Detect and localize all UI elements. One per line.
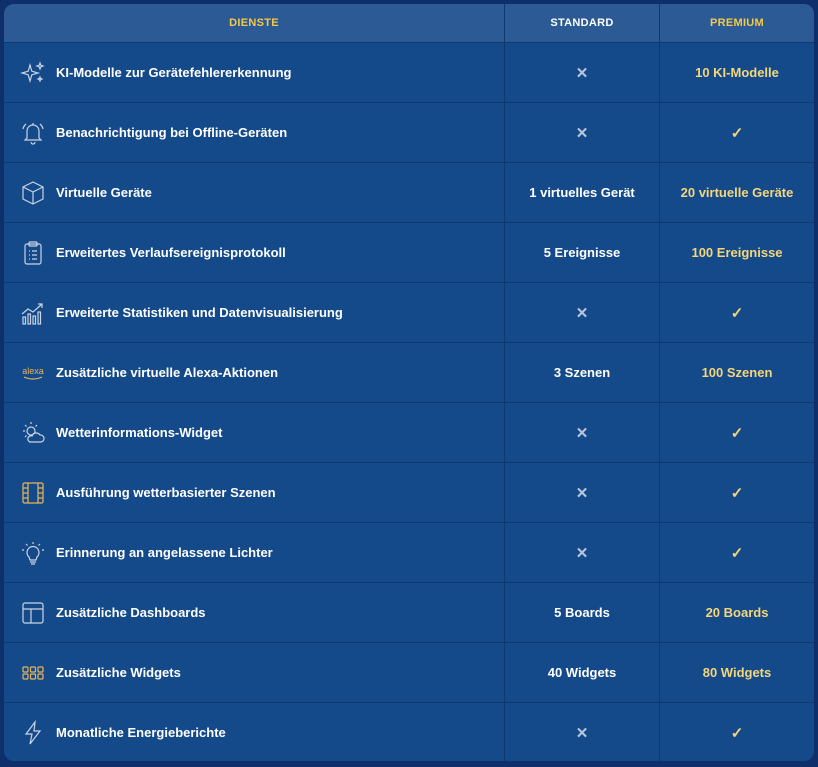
row-label: KI-Modelle zur Gerätefehlererkennung: [56, 65, 292, 80]
header-standard: STANDARD: [505, 4, 660, 42]
film-icon: [20, 480, 46, 506]
row-label: Zusätzliche Widgets: [56, 665, 181, 680]
row-label: Erinnerung an angelassene Lichter: [56, 545, 273, 560]
lightbulb-icon: [20, 540, 46, 566]
table-row: Erweiterte Statistiken und Datenvisualis…: [4, 283, 814, 343]
svg-text:alexa: alexa: [22, 366, 44, 376]
bell-icon: [20, 120, 46, 146]
row-label: Wetterinformations-Widget: [56, 425, 223, 440]
premium-value: 80 Widgets: [702, 665, 772, 680]
table-row: Monatliche Energieberichte ✕ ✓: [4, 703, 814, 761]
table-row: alexa Zusätzliche virtuelle Alexa-Aktion…: [4, 343, 814, 403]
standard-value: ✕: [575, 304, 589, 322]
standard-value: 5 Ereignisse: [543, 245, 621, 260]
header-standard-label: STANDARD: [550, 17, 614, 29]
table-row: Zusätzliche Widgets 40 Widgets 80 Widget…: [4, 643, 814, 703]
standard-value: ✕: [575, 724, 589, 742]
table-row: Benachrichtigung bei Offline-Geräten ✕ ✓: [4, 103, 814, 163]
clipboard-list-icon: [20, 240, 46, 266]
sparkles-icon: [20, 60, 46, 86]
premium-value: ✓: [730, 724, 744, 742]
table-row: Erweitertes Verlaufsereignisprotokoll 5 …: [4, 223, 814, 283]
premium-value: ✓: [730, 124, 744, 142]
header-services: DIENSTE: [4, 4, 505, 42]
table-row: Erinnerung an angelassene Lichter ✕ ✓: [4, 523, 814, 583]
table-header: DIENSTE STANDARD PREMIUM: [4, 4, 814, 43]
standard-value: ✕: [575, 424, 589, 442]
header-premium: PREMIUM: [660, 4, 814, 42]
premium-value: ✓: [730, 424, 744, 442]
premium-value: ✓: [730, 304, 744, 322]
header-premium-label: PREMIUM: [709, 17, 765, 29]
alexa-logo-icon: alexa: [20, 360, 46, 386]
row-label: Erweiterte Statistiken und Datenvisualis…: [56, 305, 343, 320]
table-row: Wetterinformations-Widget ✕ ✓: [4, 403, 814, 463]
row-label: Erweitertes Verlaufsereignisprotokoll: [56, 245, 286, 260]
row-label: Zusätzliche virtuelle Alexa-Aktionen: [56, 365, 279, 380]
standard-value: ✕: [575, 484, 589, 502]
row-label: Virtuelle Geräte: [56, 185, 152, 200]
standard-value: 40 Widgets: [547, 665, 617, 680]
chart-trend-icon: [20, 300, 46, 326]
standard-value: ✕: [575, 544, 589, 562]
lightning-icon: [20, 719, 46, 746]
dashboard-layout-icon: [20, 600, 46, 626]
row-label: Monatliche Energieberichte: [56, 725, 226, 740]
widgets-grid-icon: [20, 660, 46, 686]
table-row: Ausführung wetterbasierter Szenen ✕ ✓: [4, 463, 814, 523]
premium-value: 20 Boards: [705, 605, 769, 620]
standard-value: ✕: [575, 124, 589, 142]
premium-value: ✓: [730, 544, 744, 562]
standard-value: 1 virtuelles Gerät: [529, 185, 635, 200]
header-services-label: DIENSTE: [229, 17, 279, 29]
row-label: Ausführung wetterbasierter Szenen: [56, 485, 276, 500]
comparison-table: DIENSTE STANDARD PREMIUM KI-Modelle zur …: [4, 4, 814, 761]
premium-value: 100 Ereignisse: [691, 245, 783, 260]
row-label: Zusätzliche Dashboards: [56, 605, 206, 620]
weather-sun-cloud-icon: [20, 420, 46, 446]
premium-value: ✓: [730, 484, 744, 502]
standard-value: 5 Boards: [554, 605, 610, 620]
standard-value: 3 Szenen: [553, 365, 611, 380]
table-row: KI-Modelle zur Gerätefehlererkennung ✕ 1…: [4, 43, 814, 103]
table-row: Zusätzliche Dashboards 5 Boards 20 Board…: [4, 583, 814, 643]
cube-icon: [20, 180, 46, 206]
table-row: Virtuelle Geräte 1 virtuelles Gerät 20 v…: [4, 163, 814, 223]
premium-value: 100 Szenen: [701, 365, 773, 380]
row-label: Benachrichtigung bei Offline-Geräten: [56, 125, 288, 140]
premium-value: 10 KI-Modelle: [695, 65, 779, 80]
standard-value: ✕: [575, 64, 589, 82]
premium-value: 20 virtuelle Geräte: [680, 185, 794, 200]
